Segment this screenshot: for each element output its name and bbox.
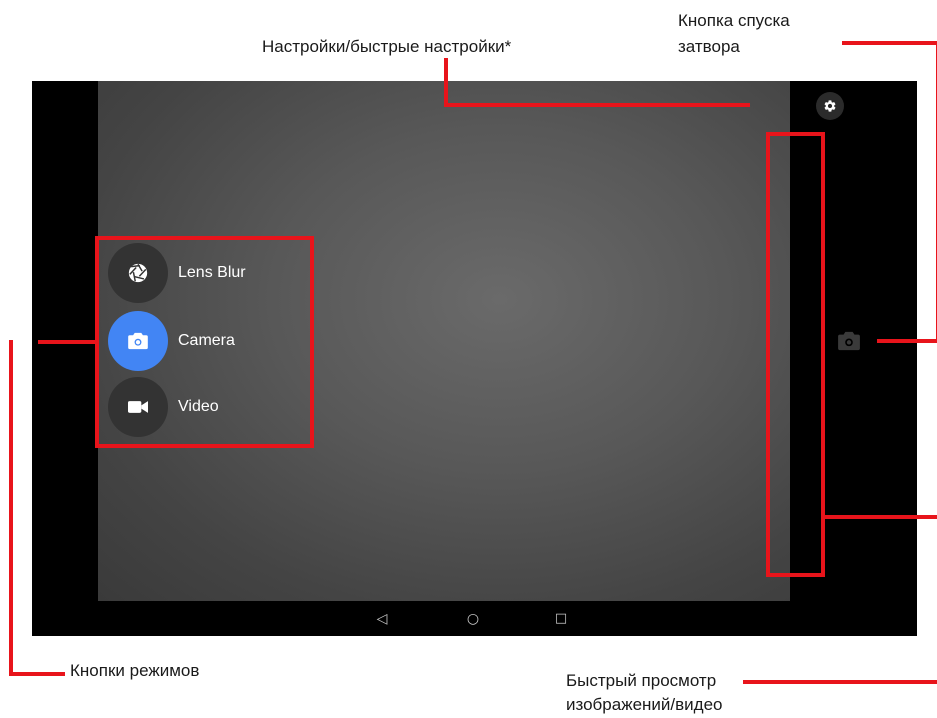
- shutter-annotation-line2: затвора: [678, 37, 740, 56]
- modes-callout-line: [38, 340, 98, 344]
- modes-callout-line: [9, 672, 65, 676]
- settings-callout-line: [444, 58, 448, 107]
- home-button[interactable]: ○: [458, 601, 488, 636]
- shutter-callout-line: [877, 339, 937, 343]
- modes-highlight-box: [95, 236, 314, 448]
- modes-callout-line: [9, 340, 13, 676]
- navigation-bar: ◁ ○ □: [32, 601, 917, 636]
- back-button[interactable]: ◁: [367, 601, 397, 636]
- shutter-button[interactable]: [836, 328, 862, 354]
- settings-annotation: Настройки/быстрые настройки*: [262, 37, 512, 56]
- settings-button[interactable]: [816, 92, 844, 120]
- recents-button[interactable]: □: [546, 601, 576, 636]
- preview-annotation-line2: изображений/видео: [566, 695, 723, 714]
- preview-highlight-box: [766, 132, 825, 577]
- gear-icon: [824, 100, 836, 112]
- settings-callout-line: [444, 103, 750, 107]
- camera-icon: [838, 331, 860, 351]
- shutter-annotation-line1: Кнопка спуска: [678, 11, 790, 30]
- preview-callout-line: [743, 680, 937, 684]
- shutter-callout-line: [842, 41, 937, 45]
- modes-annotation: Кнопки режимов: [70, 661, 200, 680]
- preview-annotation-line1: Быстрый просмотр: [566, 671, 717, 690]
- preview-callout-line: [825, 515, 937, 519]
